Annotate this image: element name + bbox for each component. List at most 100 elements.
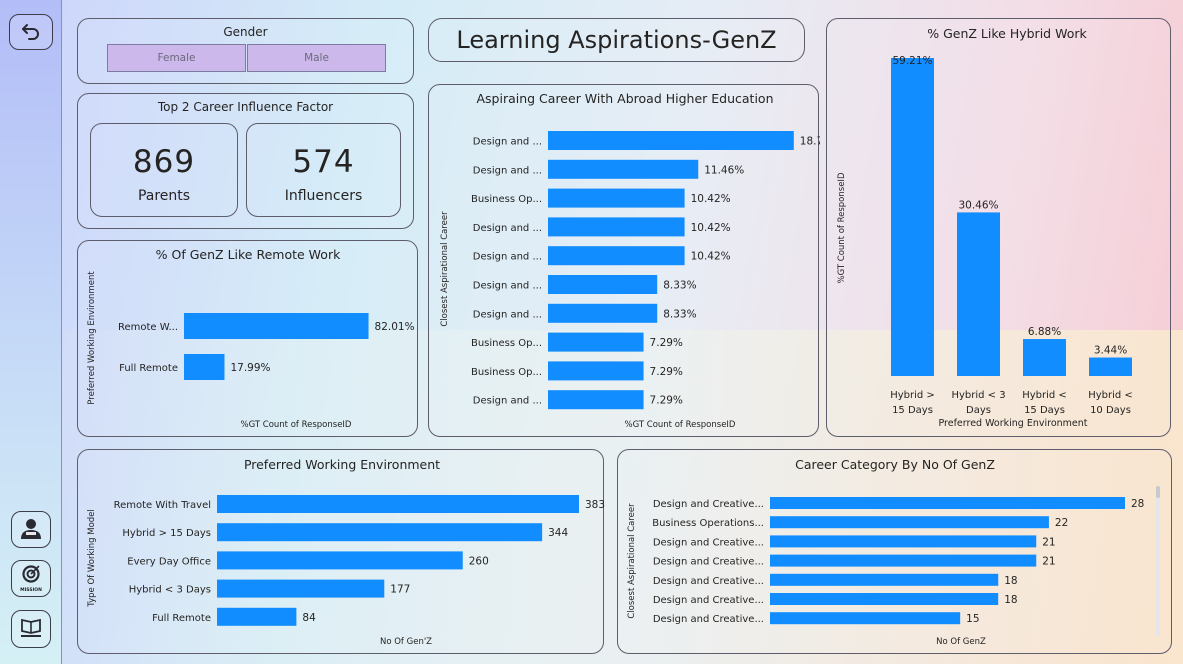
sidebar-item-book[interactable] xyxy=(11,610,51,648)
page-title: Learning Aspirations-GenZ xyxy=(456,26,777,54)
hybrid-work-card: % GenZ Like Hybrid Work Preferred Working… xyxy=(826,18,1171,437)
category-label: Full Remote xyxy=(119,363,178,374)
bar xyxy=(548,246,685,266)
target-mission-icon xyxy=(21,564,41,587)
category-label: Design and Creative... xyxy=(653,614,764,625)
category-label: Design and ... xyxy=(473,165,542,176)
bar xyxy=(770,573,999,586)
bar xyxy=(548,275,658,294)
data-label: 21 xyxy=(1042,556,1055,568)
back-arrow-icon xyxy=(20,19,42,45)
x-axis-title: No Of Gen'Z xyxy=(380,637,432,647)
back-button[interactable] xyxy=(9,14,53,50)
data-label: 28 xyxy=(1131,498,1144,510)
bar xyxy=(957,212,1000,376)
y-axis-title: Closest Aspirational Career xyxy=(627,503,637,619)
bar xyxy=(770,612,961,625)
category-label: Business Op... xyxy=(471,367,542,378)
bar xyxy=(548,159,699,179)
data-label: 344 xyxy=(548,527,568,539)
category-label: Design and Creative... xyxy=(653,537,764,548)
chart-title: Aspiraing Career With Abroad Higher Educ… xyxy=(476,91,773,106)
preferred-environment-card: Preferred Working Environment No Of Gen'Z… xyxy=(77,449,605,654)
bar xyxy=(770,516,1049,529)
scrollbar-thumb[interactable] xyxy=(1156,486,1160,498)
category-label: Hybrid > 15 Days xyxy=(122,528,211,539)
kpi-label: Influencers xyxy=(284,188,363,204)
sidebar-item-mission[interactable]: MISSION xyxy=(11,560,51,597)
data-label: 18.75% xyxy=(800,136,820,148)
book-icon xyxy=(19,616,43,642)
chart-title: Preferred Working Environment xyxy=(244,457,440,472)
bar xyxy=(548,131,794,150)
bar xyxy=(1023,339,1066,376)
data-label: 7.29% xyxy=(650,337,683,349)
kpi-card-influencers: 574 Influencers xyxy=(246,123,401,217)
bar xyxy=(548,188,685,208)
hybrid-work-chart: % GenZ Like Hybrid Work Preferred Working… xyxy=(837,26,1133,429)
category-label: Design and ... xyxy=(473,223,542,234)
abroad-career-chart: Aspiraing Career With Abroad Higher Educ… xyxy=(440,91,840,430)
category-label: Design and ... xyxy=(473,396,542,407)
category-label: Design and Creative... xyxy=(653,557,764,568)
category-label: Design and ... xyxy=(473,281,542,292)
person-icon xyxy=(19,516,43,544)
category-label: Remote With Travel xyxy=(114,500,211,511)
bar xyxy=(217,579,385,598)
career-category-chart: Career Category By No Of GenZ No Of GenZ C… xyxy=(627,457,1144,647)
bar xyxy=(770,554,1037,567)
category-label: Days xyxy=(966,405,991,416)
abroad-career-card: Aspiraing Career With Abroad Higher Educ… xyxy=(428,84,840,437)
data-label: 7.29% xyxy=(650,366,683,378)
y-axis-title: Type Of Working Model xyxy=(87,509,97,608)
data-label: 8.33% xyxy=(663,280,696,292)
category-label: Hybrid > xyxy=(890,390,935,401)
mission-label: MISSION xyxy=(20,587,42,593)
category-label: Design and Creative... xyxy=(653,576,764,587)
data-label: 11.46% xyxy=(704,164,744,176)
sidebar-item-profile[interactable] xyxy=(11,511,51,548)
data-label: 18 xyxy=(1004,594,1017,606)
kpi-value: 574 xyxy=(292,144,355,180)
preferred-environment-chart: Preferred Working Environment No Of Gen'Z… xyxy=(87,457,605,647)
sidebar: MISSION xyxy=(0,0,62,664)
data-label: 18 xyxy=(1004,575,1017,587)
bar xyxy=(184,313,369,339)
x-axis-title: %GT Count of ResponseID xyxy=(625,420,736,430)
category-label: Business Operations... xyxy=(652,518,764,529)
category-label: Design and Creative... xyxy=(653,595,764,606)
career-category-card: Career Category By No Of GenZ No Of GenZ C… xyxy=(617,449,1172,654)
category-label: Design and ... xyxy=(473,137,542,148)
kpi-label: Parents xyxy=(137,188,191,204)
bar xyxy=(548,303,658,323)
data-label: 3.44% xyxy=(1094,345,1127,357)
bar xyxy=(770,535,1037,548)
bar xyxy=(217,607,297,626)
data-label: 84 xyxy=(302,612,316,624)
x-axis-title: Preferred Working Environment xyxy=(938,418,1087,429)
bar xyxy=(548,332,644,352)
data-label: 30.46% xyxy=(958,199,998,211)
data-label: 260 xyxy=(469,555,489,567)
data-label: 383 xyxy=(585,499,605,511)
category-label: 15 Days xyxy=(1024,405,1065,416)
remote-work-chart: % Of GenZ Like Remote Work %GT Count of R… xyxy=(87,247,415,430)
bar xyxy=(770,593,999,605)
gender-option-male[interactable]: Male xyxy=(247,44,386,72)
x-axis-title: %GT Count of ResponseID xyxy=(241,420,352,430)
category-label: Full Remote xyxy=(152,613,211,624)
category-label: Design and ... xyxy=(473,252,542,263)
bar xyxy=(217,495,579,513)
bar xyxy=(548,361,644,381)
category-label: Hybrid < xyxy=(1088,390,1133,401)
data-label: 177 xyxy=(390,584,410,596)
remote-work-card: % Of GenZ Like Remote Work %GT Count of R… xyxy=(77,240,418,437)
category-label: Hybrid < 3 xyxy=(951,390,1005,401)
career-influence-panel: Top 2 Career Influence Factor 869 Parent… xyxy=(77,93,414,229)
gender-option-female[interactable]: Female xyxy=(107,44,246,72)
gender-slicer-title: Gender xyxy=(223,25,268,39)
bar xyxy=(217,523,543,542)
data-label: 82.01% xyxy=(375,321,415,333)
bar xyxy=(770,497,1125,509)
scrollbar-track[interactable] xyxy=(1156,486,1160,636)
